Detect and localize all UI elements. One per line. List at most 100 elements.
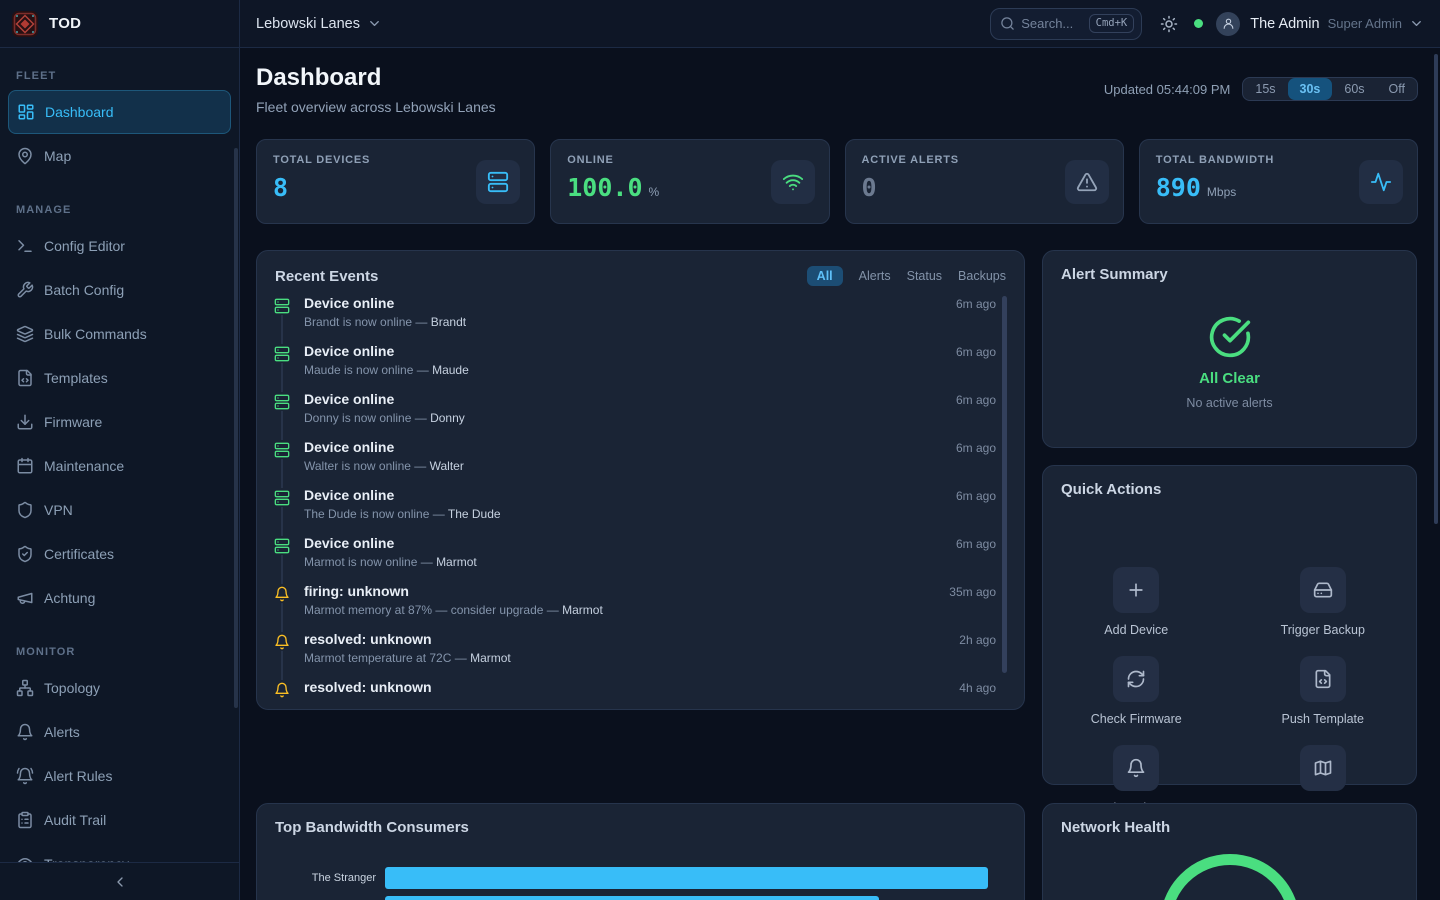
- tab-status[interactable]: Status: [907, 269, 942, 283]
- shield-check-icon: [16, 545, 34, 563]
- recent-events-title: Recent Events: [275, 268, 378, 285]
- recent-events-panel: Recent Events All Alerts Status Backups …: [256, 250, 1025, 710]
- updated-timestamp: Updated 05:44:09 PM: [1104, 82, 1230, 97]
- bell-icon: [274, 634, 290, 650]
- activity-icon: [1370, 171, 1392, 193]
- sidebar-item-batch-config[interactable]: Batch Config: [8, 268, 231, 312]
- map-pin-icon: [16, 147, 34, 165]
- sidebar-item-topology[interactable]: Topology: [8, 666, 231, 710]
- bandwidth-row: The Stranger: [257, 863, 1024, 892]
- server-icon: [487, 171, 509, 193]
- sidebar-item-alert-rules[interactable]: Alert Rules: [8, 754, 231, 798]
- bell-icon: [274, 682, 290, 698]
- event-row: Device online Walter is now online — Wal…: [257, 439, 1024, 487]
- main-content: Dashboard Fleet overview across Lebowski…: [240, 48, 1440, 900]
- total-devices-value: 8: [273, 175, 288, 200]
- sidebar-item-alerts[interactable]: Alerts: [8, 710, 231, 754]
- network-health-panel: Network Health 100: [1042, 803, 1417, 900]
- avatar: [1216, 12, 1240, 36]
- bandwidth-panel: Top Bandwidth Consumers The Stranger Wal…: [256, 803, 1025, 900]
- interval-off-button[interactable]: Off: [1377, 78, 1417, 100]
- stat-cards: TOTAL DEVICES 8 ONLINE 100.0 % ACTIVE AL…: [256, 139, 1418, 224]
- interval-30s-button[interactable]: 30s: [1288, 78, 1333, 100]
- check-firmware-button[interactable]: Check Firmware: [1043, 656, 1230, 745]
- sidebar-item-templates[interactable]: Templates: [8, 356, 231, 400]
- tab-alerts[interactable]: Alerts: [859, 269, 891, 283]
- sidebar-section-monitor: MONITOR: [16, 646, 239, 658]
- event-row: Device online Marmot is now online — Mar…: [257, 535, 1024, 583]
- search-input[interactable]: [1021, 16, 1082, 31]
- user-name: The Admin: [1250, 16, 1319, 32]
- sidebar-item-achtung[interactable]: Achtung: [8, 576, 231, 620]
- event-device: Marmot: [562, 603, 603, 617]
- sidebar-item-bulk-commands[interactable]: Bulk Commands: [8, 312, 231, 356]
- file-code-icon: [1313, 669, 1333, 689]
- event-time: 6m ago: [956, 441, 996, 455]
- sidebar-item-certificates[interactable]: Certificates: [8, 532, 231, 576]
- event-row: resolved: unknown 4h ago: [257, 679, 1024, 701]
- bar-label: The Stranger: [257, 872, 385, 884]
- sidebar: FLEET Dashboard Map MANAGE Config Editor…: [0, 48, 240, 900]
- events-scrollbar-thumb[interactable]: [1002, 296, 1007, 673]
- event-row: firing: unknown Marmot memory at 87% — c…: [257, 583, 1024, 631]
- rug-logo-icon: [12, 11, 38, 37]
- tab-all[interactable]: All: [807, 266, 843, 286]
- search-box[interactable]: Cmd+K: [990, 8, 1142, 40]
- sidebar-item-config-editor[interactable]: Config Editor: [8, 224, 231, 268]
- bar: [385, 896, 879, 900]
- chevron-left-icon: [112, 874, 128, 890]
- bandwidth-row: Walter: [257, 892, 1024, 900]
- event-time: 6m ago: [956, 393, 996, 407]
- add-device-button[interactable]: Add Device: [1043, 567, 1230, 656]
- org-selector[interactable]: Lebowski Lanes: [256, 16, 382, 32]
- wifi-icon: [782, 171, 804, 193]
- bandwidth-chart: The Stranger Walter: [257, 863, 1024, 900]
- network-health-gauge: [1160, 854, 1300, 900]
- sidebar-item-dashboard[interactable]: Dashboard: [8, 90, 231, 134]
- org-name: Lebowski Lanes: [256, 16, 360, 32]
- topbar: TOD Lebowski Lanes Cmd+K The Admin Super…: [0, 0, 1440, 48]
- tab-backups[interactable]: Backups: [958, 269, 1006, 283]
- sidebar-item-transparency[interactable]: Transparency: [8, 842, 231, 862]
- search-shortcut-badge: Cmd+K: [1089, 14, 1135, 33]
- network-health-value: 100: [1204, 896, 1255, 900]
- push-template-button[interactable]: Push Template: [1230, 656, 1417, 745]
- clipboard-list-icon: [16, 811, 34, 829]
- sidebar-item-vpn[interactable]: VPN: [8, 488, 231, 532]
- interval-15s-button[interactable]: 15s: [1243, 78, 1287, 100]
- server-icon: [274, 394, 290, 410]
- stat-total-devices: TOTAL DEVICES 8: [256, 139, 535, 224]
- layers-icon: [16, 325, 34, 343]
- user-icon: [1222, 17, 1235, 30]
- bell-icon: [274, 586, 290, 602]
- plus-icon: [1126, 580, 1146, 600]
- sidebar-item-audit-trail[interactable]: Audit Trail: [8, 798, 231, 842]
- chevron-down-icon: [1409, 16, 1424, 31]
- sidebar-item-firmware[interactable]: Firmware: [8, 400, 231, 444]
- main-scrollbar-thumb[interactable]: [1434, 54, 1438, 524]
- sidebar-item-map[interactable]: Map: [8, 134, 231, 178]
- page-header: Dashboard Fleet overview across Lebowski…: [256, 64, 1418, 115]
- sidebar-item-maintenance[interactable]: Maintenance: [8, 444, 231, 488]
- page-title: Dashboard: [256, 64, 496, 92]
- sidebar-collapse-button[interactable]: [0, 862, 239, 900]
- trigger-backup-button[interactable]: Trigger Backup: [1230, 567, 1417, 656]
- sidebar-scrollbar-thumb[interactable]: [234, 148, 238, 708]
- alert-summary-title: Alert Summary: [1061, 266, 1398, 283]
- theme-toggle-button[interactable]: [1160, 15, 1178, 33]
- interval-60s-button[interactable]: 60s: [1332, 78, 1376, 100]
- user-menu-chevron[interactable]: [1409, 16, 1424, 31]
- event-time: 4h ago: [959, 681, 996, 695]
- server-icon: [274, 490, 290, 506]
- megaphone-icon: [16, 589, 34, 607]
- bell-icon: [16, 723, 34, 741]
- event-row: Device online Maude is now online — Maud…: [257, 343, 1024, 391]
- terminal-icon: [16, 237, 34, 255]
- event-list: Device online Brandt is now online — Bra…: [257, 295, 1024, 701]
- event-device: Donny: [430, 411, 465, 425]
- bandwidth-title: Top Bandwidth Consumers: [275, 819, 1006, 836]
- user-role: Super Admin: [1328, 16, 1402, 31]
- alert-summary-panel: Alert Summary All Clear No active alerts: [1042, 250, 1417, 448]
- user-menu[interactable]: The Admin Super Admin: [1216, 12, 1424, 36]
- wrench-icon: [16, 281, 34, 299]
